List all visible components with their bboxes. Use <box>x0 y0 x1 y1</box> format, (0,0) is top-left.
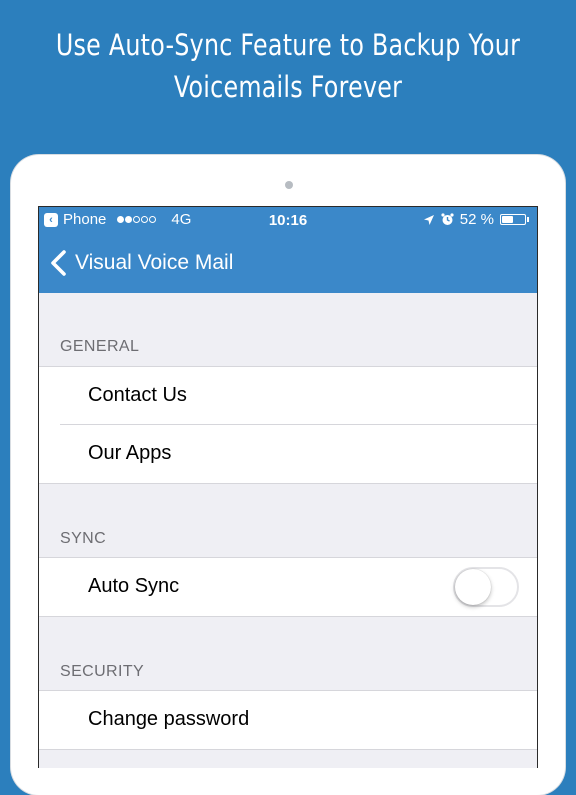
auto-sync-toggle[interactable] <box>453 567 519 607</box>
our-apps-cell[interactable]: Our Apps <box>39 425 537 483</box>
auto-sync-label: Auto Sync <box>88 575 180 597</box>
alarm-clock-icon <box>441 213 454 225</box>
back-button-label: Visual Voice Mail <box>75 251 234 274</box>
battery-percent: 52 % <box>459 211 494 228</box>
battery-tip <box>527 217 529 222</box>
navigation-bar: Visual Voice Mail <box>39 235 537 293</box>
auto-sync-cell: Auto Sync <box>39 558 537 616</box>
section-header-security: SECURITY <box>60 663 145 680</box>
divider <box>39 483 537 484</box>
change-password-label: Change password <box>88 708 250 730</box>
headline-line-2: Voicemails Forever <box>173 70 403 104</box>
headline-line-1: Use Auto-Sync Feature to Backup Your <box>55 28 521 62</box>
status-bar-right: 52 % <box>423 211 529 228</box>
divider <box>39 616 537 617</box>
our-apps-label: Our Apps <box>88 442 172 464</box>
back-button[interactable]: Visual Voice Mail <box>49 249 233 277</box>
front-camera <box>285 181 293 189</box>
contact-us-label: Contact Us <box>88 384 187 406</box>
section-header-sync: SYNC <box>60 530 107 547</box>
toggle-knob <box>455 569 491 605</box>
change-password-cell[interactable]: Change password <box>39 691 537 749</box>
section-header-general: GENERAL <box>60 338 140 355</box>
chevron-left-icon <box>51 250 66 276</box>
status-bar: ‹ Phone 4G 10:16 52 % <box>39 207 537 235</box>
device-screen: ‹ Phone 4G 10:16 52 % Visual Voice Mail … <box>38 206 538 768</box>
contact-us-cell[interactable]: Contact Us <box>39 367 537 425</box>
divider <box>39 749 537 750</box>
battery-icon <box>500 214 526 225</box>
battery-fill <box>502 216 513 223</box>
promo-headline: Use Auto-Sync Feature to Backup Your Voi… <box>52 24 524 108</box>
location-arrow-icon <box>423 214 434 225</box>
